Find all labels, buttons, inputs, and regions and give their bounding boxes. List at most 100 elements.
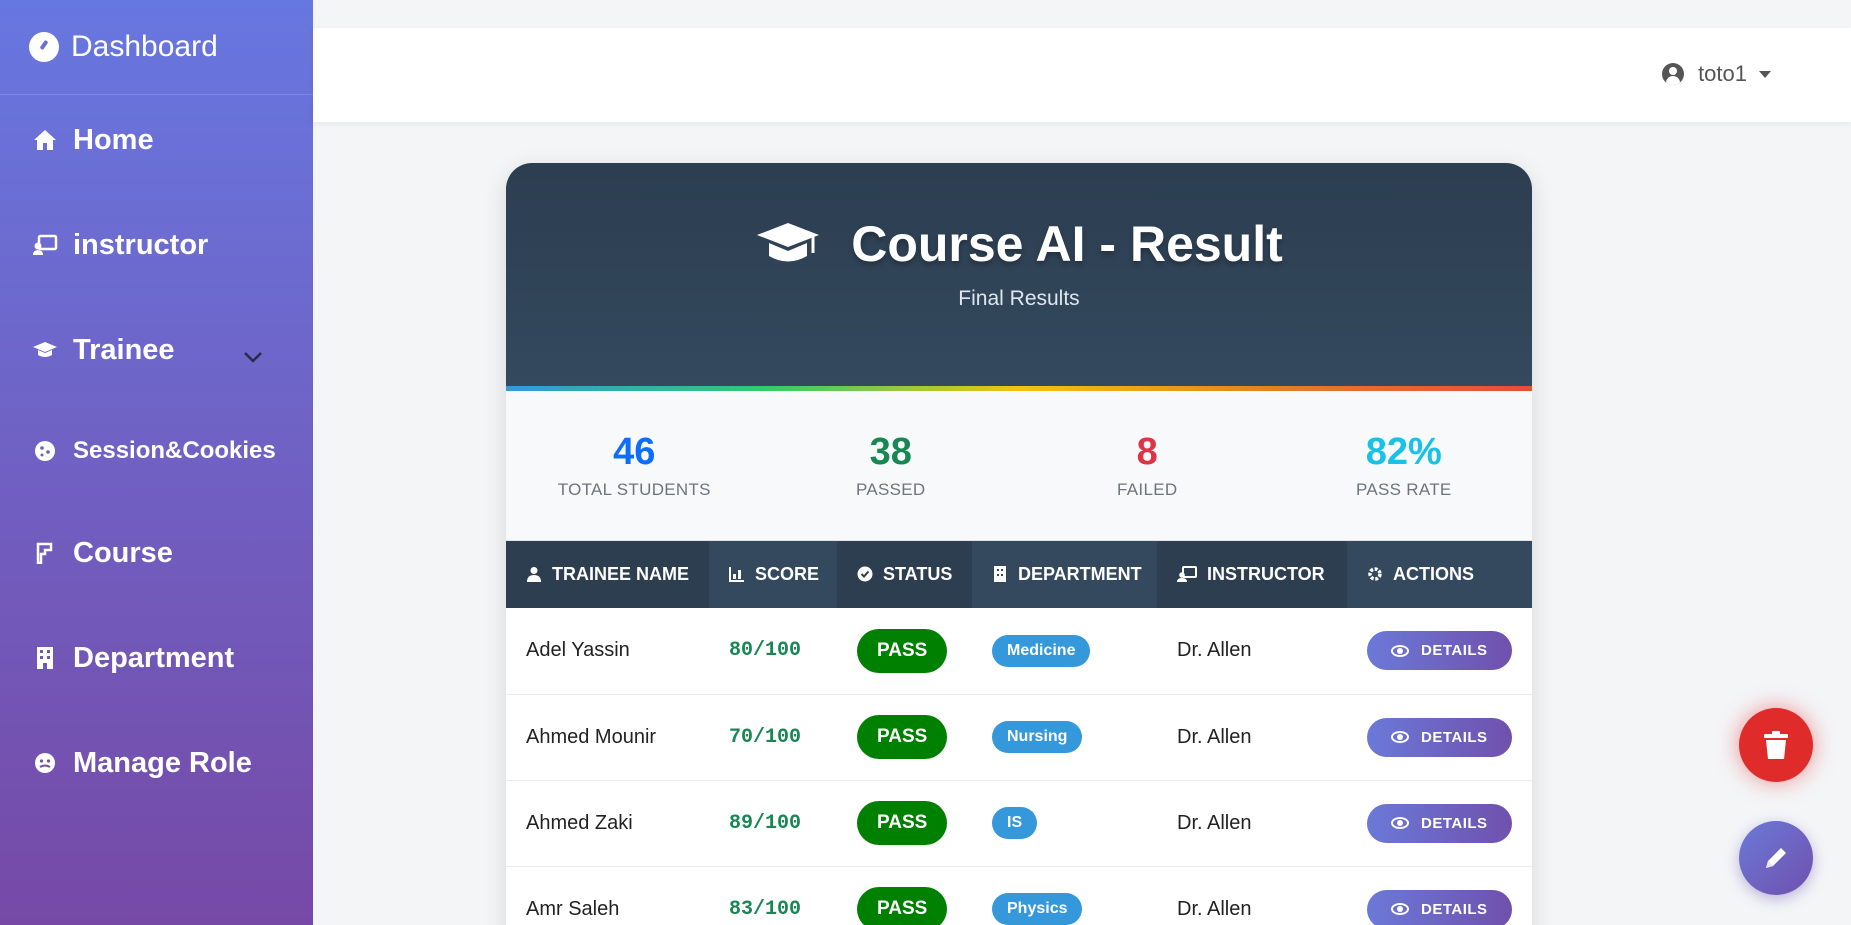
stat-label: TOTAL STUDENTS [557, 480, 711, 499]
eye-icon [1391, 731, 1409, 743]
building-icon [32, 646, 58, 670]
table-row: Adel Yassin 80/100 PASS Medicine Dr. All… [506, 608, 1532, 694]
stat-label: PASSED [855, 480, 926, 499]
sidebar-item-home[interactable]: Home [0, 110, 313, 170]
sidebar-item-label: Home [73, 123, 154, 156]
user-role-icon [32, 752, 58, 774]
trainee-score: 80/100 [729, 639, 802, 663]
sidebar-item-label: Manage Role [73, 746, 252, 779]
details-button[interactable]: DETAILS [1367, 889, 1512, 925]
sidebar-item-manage-role[interactable]: Manage Role [0, 733, 313, 793]
sidebar-item-label: Trainee [73, 333, 175, 366]
gear-icon [1368, 567, 1382, 581]
table-row: Amr Saleh 83/100 PASS Physics Dr. Allen … [506, 866, 1532, 925]
chart-bar-icon [729, 567, 744, 582]
sidebar-brand[interactable]: Dashboard [0, 0, 313, 95]
cookie-icon [32, 440, 58, 462]
header-label: STATUS [883, 564, 953, 584]
results-card: Course AI - Result Final Results 46 TOTA… [506, 163, 1532, 925]
sidebar-item-trainee[interactable]: Trainee [0, 320, 313, 380]
details-button[interactable]: DETAILS [1367, 803, 1512, 843]
details-label: DETAILS [1421, 814, 1488, 832]
stats-summary: 46 TOTAL STUDENTS 38 PASSED 8 FAILED 82%… [506, 391, 1532, 541]
column-header-trainee-name[interactable]: TRAINEE NAME [506, 541, 709, 608]
brand-label: Dashboard [71, 30, 218, 63]
stat-pass-rate: 82% PASS RATE [1276, 391, 1533, 540]
stat-total-students: 46 TOTAL STUDENTS [506, 391, 763, 540]
instructor-name: Dr. Allen [1177, 811, 1252, 834]
home-icon [32, 129, 58, 151]
department-badge: Physics [992, 893, 1083, 925]
eye-icon [1391, 903, 1409, 915]
stat-value: 46 [613, 431, 656, 473]
page-title: Course AI - Result [851, 216, 1283, 272]
eye-icon [1391, 644, 1409, 657]
header-label: ACTIONS [1393, 564, 1474, 584]
sidebar: Dashboard Home instructor Trainee Sessio… [0, 0, 313, 925]
graduation-cap-icon [32, 340, 58, 360]
trainee-score: 70/100 [729, 725, 802, 749]
details-button[interactable]: DETAILS [1367, 631, 1512, 671]
page-subtitle: Final Results [958, 287, 1080, 310]
column-header-department[interactable]: DEPARTMENT [972, 541, 1157, 608]
username: toto1 [1698, 61, 1747, 86]
chalkboard-teacher-icon [32, 234, 58, 256]
palette-icon [29, 32, 59, 62]
card-header: Course AI - Result Final Results [506, 163, 1532, 386]
details-button[interactable]: DETAILS [1367, 717, 1512, 757]
status-badge: PASS [857, 801, 948, 845]
trash-icon [1764, 731, 1788, 759]
chevron-down-icon[interactable] [243, 346, 263, 369]
topbar: toto1 [313, 28, 1851, 122]
stat-label: FAILED [1117, 480, 1178, 499]
delete-fab-button[interactable] [1739, 708, 1813, 782]
user-avatar-icon [1662, 63, 1685, 85]
trainee-name: Adel Yassin [526, 639, 630, 662]
stat-failed: 8 FAILED [1019, 391, 1276, 540]
pencil-icon [1766, 848, 1786, 868]
instructor-name: Dr. Allen [1177, 639, 1252, 662]
user-icon [527, 567, 541, 582]
status-badge: PASS [857, 628, 948, 673]
status-badge: PASS [857, 887, 948, 925]
table-row: Ahmed Mounir 70/100 PASS Nursing Dr. All… [506, 694, 1532, 780]
stat-passed: 38 PASSED [763, 391, 1020, 540]
edit-fab-button[interactable] [1739, 821, 1813, 895]
trainee-score: 83/100 [729, 897, 802, 921]
status-badge: PASS [857, 715, 948, 759]
results-table: TRAINEE NAME SCORE STATUS DEPARTMENT INS… [506, 541, 1532, 925]
instructor-name: Dr. Allen [1177, 725, 1252, 748]
instructor-name: Dr. Allen [1177, 897, 1252, 920]
header-label: INSTRUCTOR [1207, 564, 1325, 584]
sidebar-item-session-cookies[interactable]: Session&Cookies [0, 421, 313, 481]
trainee-name: Ahmed Zaki [526, 811, 633, 834]
sidebar-item-label: instructor [73, 228, 209, 261]
sidebar-item-department[interactable]: Department [0, 628, 313, 688]
sidebar-item-instructor[interactable]: instructor [0, 215, 313, 275]
details-label: DETAILS [1421, 900, 1488, 918]
building-icon [994, 566, 1006, 582]
stat-value: 38 [869, 431, 912, 473]
department-badge: Medicine [992, 634, 1091, 667]
sidebar-item-label: Course [73, 536, 173, 569]
header-label: SCORE [755, 564, 820, 584]
eye-icon [1391, 817, 1409, 829]
caret-down-icon [1759, 70, 1771, 78]
sidebar-item-course[interactable]: Course [0, 523, 313, 583]
department-badge: Nursing [992, 721, 1083, 753]
user-menu[interactable]: toto1 [1662, 61, 1771, 87]
column-header-actions[interactable]: ACTIONS [1347, 541, 1532, 608]
stat-label: PASS RATE [1355, 480, 1452, 499]
header-label: DEPARTMENT [1018, 564, 1142, 584]
column-header-instructor[interactable]: INSTRUCTOR [1157, 541, 1347, 608]
header-label: TRAINEE NAME [552, 564, 690, 584]
column-header-score[interactable]: SCORE [709, 541, 837, 608]
stat-value: 8 [1136, 431, 1158, 473]
chalkboard-teacher-icon [1177, 566, 1197, 582]
graduation-cap-icon [757, 223, 820, 262]
column-header-status[interactable]: STATUS [837, 541, 972, 608]
stat-value: 82% [1365, 431, 1442, 473]
details-label: DETAILS [1421, 642, 1488, 660]
trainee-score: 89/100 [729, 811, 802, 835]
department-badge: IS [992, 807, 1038, 839]
